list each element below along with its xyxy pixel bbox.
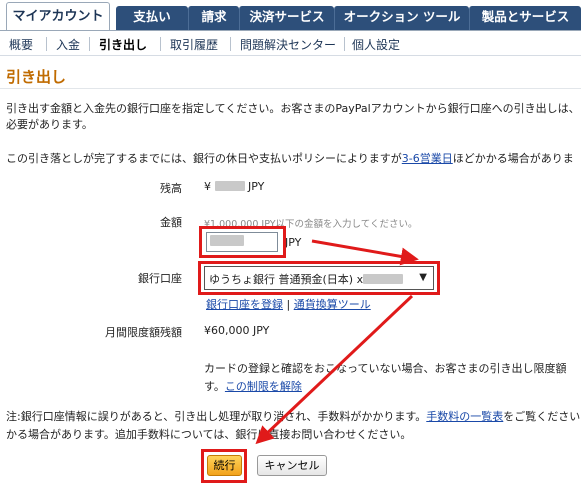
subnav-divider [46,37,47,51]
amount-currency: JPY [285,236,302,249]
balance-value: ¥ JPY [204,180,264,193]
currency-converter-link[interactable]: 通貨換算ツール [294,298,371,311]
title-divider [0,88,581,89]
sub-navigation: 概要 入金 引き出し 取引履歴 問題解決センター 個人設定 [0,30,581,56]
fee-schedule-link[interactable]: 手数料の一覧表 [426,410,503,423]
limit-note-line1: カードの登録と確認をおこなっていない場合、お客さまの引き出し限度額 [204,362,567,375]
amount-label: 金額 [160,216,182,229]
footnote-pre: 注:銀行口座情報に誤りがあると、引き出し処理が取り消され、手数料がかかります。 [6,410,427,423]
subnav-divider [344,37,345,51]
subnav-deposit[interactable]: 入金 [56,36,80,53]
footnote-post: をご覧ください [503,410,581,423]
subnav-divider [89,37,90,51]
annotation-box-amount [199,226,286,258]
monthly-limit-label: 月間限度額残額 [105,326,182,339]
subnav-withdraw[interactable]: 引き出し [99,36,147,53]
tab-products-services[interactable]: 製品とサービス [469,6,581,30]
balance-suffix: JPY [248,180,265,193]
tab-merchant-services[interactable]: 決済サービス [239,6,334,30]
limit-note-pre: す。 [204,380,225,393]
intro-text-line1: 引き出す金額と入金先の銀行口座を指定してください。お客さまのPayPalアカウン… [6,102,580,115]
annotation-box-continue [201,449,247,483]
subnav-resolution-center[interactable]: 問題解決センター [240,36,336,53]
subnav-profile[interactable]: 個人設定 [352,36,400,53]
cancel-button[interactable]: キャンセル [257,455,327,476]
link-separator: | [286,298,291,311]
processing-notice: この引き落としが完了するまでには、銀行の休日や支払いポリシーによりますが3-6営… [6,150,574,166]
subnav-history[interactable]: 取引履歴 [170,36,218,53]
monthly-limit-value: ¥60,000 JPY [204,324,270,337]
balance-label: 残高 [160,182,182,195]
bank-account-label: 銀行口座 [138,272,182,285]
remove-limit-link[interactable]: この制限を解除 [225,380,302,393]
business-days-link[interactable]: 3-6営業日 [402,152,453,165]
register-bank-link[interactable]: 銀行口座を登録 [206,298,283,311]
bank-links: 銀行口座を登録 | 通貨換算ツール [206,296,371,312]
tab-payments[interactable]: 支払い [116,6,188,30]
masked-balance [214,181,245,191]
subnav-overview[interactable]: 概要 [9,36,33,53]
notice-text-pre: この引き落としが完了するまでには、銀行の休日や支払いポリシーによりますが [6,152,402,165]
intro-text-line2: 必要があります。 [6,118,93,131]
annotation-box-bank [198,261,440,295]
tab-my-account[interactable]: マイアカウント [6,2,110,30]
tab-billing[interactable]: 請求 [188,6,239,30]
subnav-divider [160,37,161,51]
arrow-amount-to-bank [311,239,419,266]
subnav-divider [230,37,231,51]
page-title: 引き出し [6,68,67,86]
top-tab-bar: マイアカウント 支払い 請求 決済サービス オークション ツール 製品とサービス [0,0,581,30]
balance-prefix: ¥ [204,180,211,193]
footnote-line1: 注:銀行口座情報に誤りがあると、引き出し処理が取り消され、手数料がかかります。手… [6,408,580,424]
limit-note-line2: す。この制限を解除 [204,378,302,394]
footnote-line2: かる場合があります。追加手数料については、銀行に直接お問い合わせください。 [6,428,412,441]
tab-auction-tools[interactable]: オークション ツール [334,6,469,30]
notice-text-post: ほどかかる場合がありま [452,152,574,165]
